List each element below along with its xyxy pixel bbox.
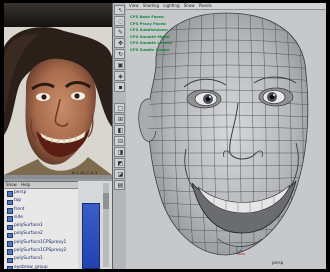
outliner-item-label: polySurface1 <box>14 223 43 229</box>
camera-label: persp <box>272 260 284 265</box>
outliner-item-polysurface[interactable]: polySurface1 <box>4 222 78 231</box>
viewport-menu-lighting[interactable]: Lighting <box>163 3 179 8</box>
scrollbar-thumb[interactable] <box>103 193 109 209</box>
photo-status-strip <box>4 175 112 179</box>
group-node-icon <box>7 266 13 269</box>
outliner-item-proxy1[interactable]: polySurface1CPSproxy1 <box>4 239 78 247</box>
outliner-item-top[interactable]: top <box>4 197 78 206</box>
channel-scrollbar[interactable] <box>103 183 109 267</box>
outliner-item-label: top <box>14 198 22 204</box>
manipulator-icon[interactable]: ◈ <box>114 71 125 81</box>
outliner-item-front[interactable]: front <box>4 206 78 214</box>
layout-stack-icon[interactable]: ⊟ <box>114 136 125 146</box>
outliner-item-polysurface1b[interactable]: polySurface1 <box>4 255 78 264</box>
channel-box <box>78 181 112 269</box>
outliner-item-label: polySurface1 <box>14 256 43 262</box>
viewport-hud: CPS Base Faces: CPS Proxy Faces: CPS Sub… <box>130 14 173 54</box>
outliner-item-persp[interactable]: persp <box>4 189 78 197</box>
outliner-item-label: eyebrow_group <box>14 264 48 269</box>
viewport-menubar: View Shading Lighting Show Panels <box>126 3 326 10</box>
camera-node-icon <box>7 199 13 206</box>
outliner-item-label: polySurface2 <box>14 231 43 237</box>
hud-line: CPS Subdivisions: <box>130 27 169 33</box>
outliner-item-label: polySurface1CPSproxy1 <box>14 239 67 245</box>
perspective-viewport[interactable]: View Shading Lighting Show Panels CPS Ba… <box>126 3 326 269</box>
mesh-node-icon <box>7 257 13 264</box>
outliner-menubar: Show Help <box>4 182 78 189</box>
layout-custom-icon[interactable]: ▤ <box>114 180 125 190</box>
layout-persp-graph-icon[interactable]: ◩ <box>114 158 125 168</box>
mesh-node-icon <box>7 249 13 256</box>
layout-side-icon[interactable]: ◧ <box>114 125 125 135</box>
layout-four-icon[interactable]: ⊞ <box>114 114 125 124</box>
viewport-menu-view[interactable]: View <box>129 3 139 8</box>
hud-line: CPS Subdiv Shape: <box>130 46 171 52</box>
outliner-item-proxy2[interactable]: polySurface1CPSproxy2 <box>4 247 78 256</box>
hud-line: CPS Base Faces: <box>130 14 165 19</box>
application-frame: 0.1 56.7 0.3 Show Help persp top front s… <box>4 3 326 269</box>
outliner-item-side[interactable]: side <box>4 214 78 222</box>
reference-face-photo <box>4 27 112 175</box>
mesh-node-icon <box>7 224 13 231</box>
reference-photo-window <box>4 3 112 179</box>
photo-window-titlebar[interactable] <box>4 3 112 27</box>
layout-hypershade-icon[interactable]: ◪ <box>114 169 125 179</box>
viewport-menu-panels[interactable]: Panels <box>199 3 212 8</box>
select-arrow-icon[interactable]: ↖ <box>114 5 125 15</box>
outliner-panel: Show Help persp top front side polySurfa… <box>4 181 78 269</box>
camera-node-icon <box>7 207 13 214</box>
lasso-icon[interactable]: ◌ <box>114 16 125 26</box>
paint-select-icon[interactable]: ✎ <box>114 27 125 37</box>
last-tool-icon[interactable]: ▪ <box>114 82 125 92</box>
outliner-item-polysurface2[interactable]: polySurface2 <box>4 230 78 239</box>
outliner-item-label: front <box>14 206 25 212</box>
move-icon[interactable]: ✥ <box>114 38 125 48</box>
outliner-item-label: polySurface1CPSproxy2 <box>14 248 67 254</box>
outliner-item-eyebrow-group[interactable]: eyebrow_group <box>4 264 78 269</box>
scale-icon[interactable]: ▣ <box>114 60 125 70</box>
mesh-node-icon <box>7 241 13 247</box>
rotate-icon[interactable]: ↻ <box>114 49 125 59</box>
mesh-node-icon <box>7 232 13 239</box>
camera-node-icon <box>7 191 13 197</box>
layout-single-icon[interactable]: □ <box>114 103 125 113</box>
outliner-item-label: persp <box>14 190 27 195</box>
camera-node-icon <box>7 216 13 222</box>
viewport-menu-show[interactable]: Show <box>184 3 195 8</box>
hud-line: CPS Smooth Mode: <box>130 33 171 39</box>
layout-persp-outliner-icon[interactable]: ◨ <box>114 147 125 157</box>
hud-line: CPS Smooth Levels: <box>130 40 173 46</box>
outliner-menu-show[interactable]: Show <box>6 182 17 187</box>
hud-line: CPS Proxy Faces: <box>130 20 167 26</box>
viewport-menu-shading[interactable]: Shading <box>143 3 159 8</box>
axis-gizmo-icon <box>236 246 245 255</box>
channel-selection-block[interactable] <box>82 203 100 269</box>
outliner-item-label: side <box>14 214 23 220</box>
outliner-menu-help[interactable]: Help <box>21 182 30 187</box>
